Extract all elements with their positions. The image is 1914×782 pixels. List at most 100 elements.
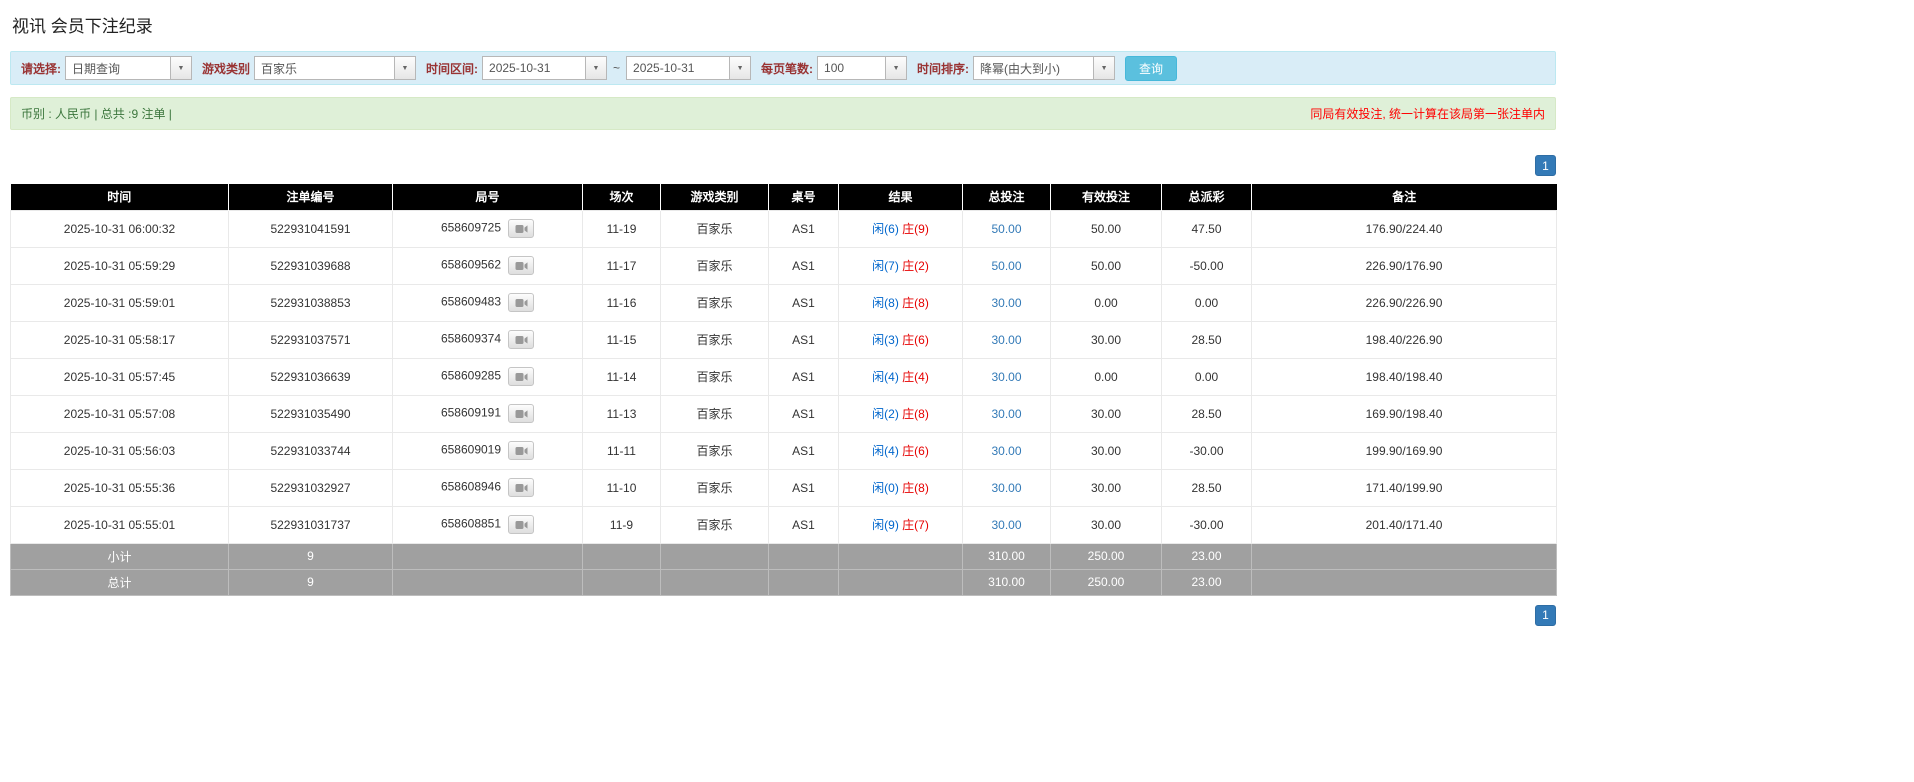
summary-valid-bet: 250.00 <box>1050 568 1162 596</box>
column-header: 注单编号 <box>228 184 393 210</box>
cell-session: 11-15 <box>582 320 661 359</box>
cell-game-type: 百家乐 <box>660 209 769 248</box>
video-replay-button[interactable] <box>508 441 535 460</box>
table-row: 2025-10-31 05:59:01 522931038853 658609483… <box>10 283 1557 322</box>
summary-row: 总计 9 310.00 250.00 23.00 <box>10 568 1557 596</box>
round-id: 658608946 <box>440 479 502 494</box>
date-from-input[interactable] <box>482 56 586 80</box>
video-icon <box>515 224 528 233</box>
search-button[interactable]: 查询 <box>1125 55 1178 81</box>
summary-empty-cell <box>1251 568 1557 596</box>
video-replay-button[interactable] <box>508 404 535 423</box>
cell-table-no: AS1 <box>768 468 839 507</box>
table-row: 2025-10-31 05:55:36 522931032927 658608946… <box>10 468 1557 507</box>
game-type-dropdown-button[interactable]: ▼ <box>394 56 417 80</box>
cell-round-id: 658609725 <box>392 209 583 248</box>
query-type-dropdown-button[interactable]: ▼ <box>170 56 192 80</box>
result-banker: 庄(8) <box>902 481 929 495</box>
column-header: 场次 <box>582 184 661 210</box>
video-icon <box>515 483 528 492</box>
cell-valid-bet: 30.00 <box>1050 320 1162 359</box>
cell-bet-id: 522931038853 <box>228 283 393 322</box>
page-1-button[interactable]: 1 <box>1535 155 1556 176</box>
video-replay-button[interactable] <box>508 478 535 497</box>
result-banker: 庄(2) <box>902 259 929 273</box>
date-to-dropdown-button[interactable]: ▼ <box>729 56 752 80</box>
video-replay-button[interactable] <box>508 219 535 238</box>
pagination-bottom: 1 <box>10 604 1556 626</box>
total-bet-link[interactable]: 30.00 <box>991 370 1021 384</box>
cell-bet-id: 522931035490 <box>228 394 393 433</box>
cell-bet-id: 522931032927 <box>228 468 393 507</box>
cell-result: 闲(3) 庄(6) <box>838 320 963 359</box>
total-bet-link[interactable]: 30.00 <box>991 333 1021 347</box>
video-replay-button[interactable] <box>508 256 535 275</box>
summary-label: 小计 <box>10 542 229 570</box>
cell-time: 2025-10-31 05:57:45 <box>10 357 229 396</box>
cell-round-id: 658608946 <box>392 468 583 507</box>
page-1-button[interactable]: 1 <box>1535 604 1556 626</box>
result-player: 闲(6) <box>872 222 899 236</box>
cell-round-id: 658609019 <box>392 431 583 470</box>
cell-table-no: AS1 <box>768 505 839 544</box>
summary-row: 小计 9 310.00 250.00 23.00 <box>10 542 1557 570</box>
summary-empty-cell <box>768 542 839 570</box>
video-replay-button[interactable] <box>508 515 535 534</box>
currency-summary-text: 币别 : 人民币 | 总共 :9 注单 | <box>21 107 172 121</box>
cell-total-bet: 30.00 <box>962 505 1051 544</box>
date-from-dropdown-button[interactable]: ▼ <box>585 56 608 80</box>
time-sort-input[interactable] <box>973 56 1094 80</box>
cell-game-type: 百家乐 <box>660 505 769 544</box>
result-player: 闲(7) <box>872 259 899 273</box>
cell-time: 2025-10-31 05:56:03 <box>10 431 229 470</box>
chevron-down-icon: ▼ <box>177 64 185 72</box>
result-banker: 庄(4) <box>902 370 929 384</box>
cell-payout: -50.00 <box>1161 246 1252 285</box>
total-bet-link[interactable]: 50.00 <box>991 222 1021 236</box>
time-sort-dropdown-button[interactable]: ▼ <box>1093 56 1116 80</box>
query-type-label: 请选择: <box>21 61 61 76</box>
video-replay-button[interactable] <box>508 330 535 349</box>
cell-total-bet: 30.00 <box>962 357 1051 396</box>
result-banker: 庄(7) <box>902 518 929 532</box>
cell-session: 11-16 <box>582 283 661 322</box>
cell-game-type: 百家乐 <box>660 468 769 507</box>
video-replay-button[interactable] <box>508 367 535 386</box>
total-bet-link[interactable]: 30.00 <box>991 481 1021 495</box>
cell-valid-bet: 50.00 <box>1050 246 1162 285</box>
chevron-down-icon: ▼ <box>736 64 744 72</box>
video-replay-button[interactable] <box>508 293 535 312</box>
page-size-label: 每页笔数: <box>761 61 814 76</box>
chevron-down-icon: ▼ <box>1100 64 1108 72</box>
time-sort-label: 时间排序: <box>917 61 970 76</box>
column-header: 桌号 <box>768 184 839 210</box>
game-type-input[interactable] <box>254 56 395 80</box>
page-size-input[interactable] <box>817 56 886 80</box>
total-bet-link[interactable]: 30.00 <box>991 296 1021 310</box>
query-type-input[interactable] <box>65 56 170 80</box>
summary-empty-cell <box>768 568 839 596</box>
cell-time: 2025-10-31 05:55:01 <box>10 505 229 544</box>
info-bar: 币别 : 人民币 | 总共 :9 注单 | 同局有效投注, 统一计算在该局第一张… <box>10 97 1556 130</box>
cell-remark: 198.40/198.40 <box>1251 357 1557 396</box>
cell-round-id: 658609483 <box>392 283 583 322</box>
query-type-combobox: ▼ <box>65 56 192 80</box>
chevron-down-icon: ▼ <box>892 64 900 72</box>
table-row: 2025-10-31 05:58:17 522931037571 658609374… <box>10 320 1557 359</box>
cell-total-bet: 30.00 <box>962 320 1051 359</box>
table-row: 2025-10-31 05:55:01 522931031737 658608851… <box>10 505 1557 544</box>
date-to-input[interactable] <box>626 56 730 80</box>
total-bet-link[interactable]: 30.00 <box>991 444 1021 458</box>
cell-payout: 0.00 <box>1161 283 1252 322</box>
chevron-down-icon: ▼ <box>592 64 600 72</box>
total-bet-link[interactable]: 30.00 <box>991 407 1021 421</box>
video-icon <box>515 335 528 344</box>
chevron-down-icon: ▼ <box>401 64 409 72</box>
cell-result: 闲(4) 庄(6) <box>838 431 963 470</box>
cell-game-type: 百家乐 <box>660 246 769 285</box>
page-size-dropdown-button[interactable]: ▼ <box>885 56 908 80</box>
summary-valid-bet: 250.00 <box>1050 542 1162 570</box>
round-id: 658609725 <box>440 220 502 235</box>
total-bet-link[interactable]: 30.00 <box>991 518 1021 532</box>
total-bet-link[interactable]: 50.00 <box>991 259 1021 273</box>
